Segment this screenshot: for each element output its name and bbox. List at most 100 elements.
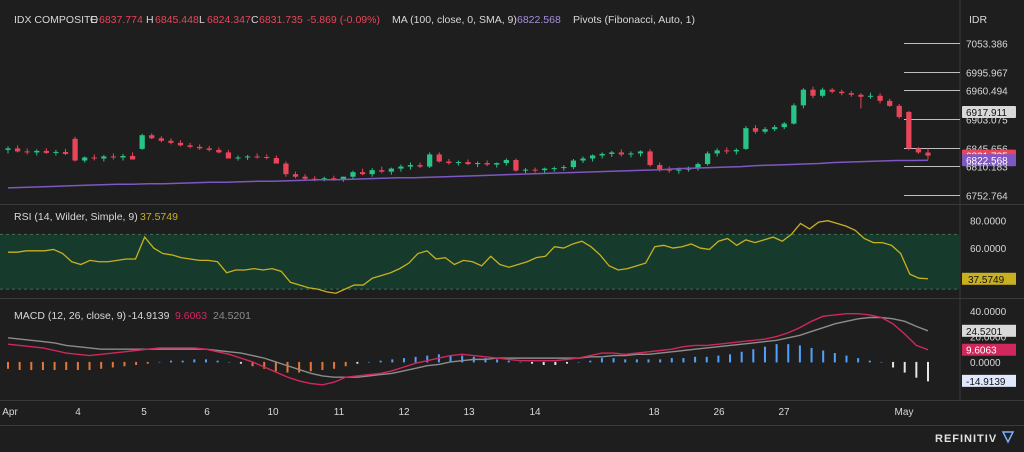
x-axis-tick: 26 [713,407,725,418]
candle-body [168,140,174,143]
x-axis-tick: 6 [204,407,210,418]
candle-body [858,94,864,97]
candle-body [283,163,289,175]
candle-body [101,156,107,159]
x-axis-tick: 4 [75,407,81,418]
rsi-value: 37.5749 [140,211,178,223]
candle-body [72,138,78,161]
candle-body [292,174,299,177]
candle-body [532,169,538,171]
candle-body [925,152,931,156]
candle-body [551,168,557,170]
x-axis-tick: 14 [529,407,541,418]
candle-body [589,155,596,159]
header-h-label: H [146,14,154,26]
candle-body [542,168,548,171]
price-axis-tick: 6903.075 [966,116,1008,127]
candle-body [273,157,279,164]
chart-svg: 7053.3866995.9676960.4946917.9116903.075… [0,0,1024,447]
candle-body [53,151,59,153]
header-h-value: 6845.448 [155,14,199,26]
candle-body [34,150,40,153]
macd-signal-badge-label: 9.6063 [966,346,997,357]
x-axis-tick: 10 [267,407,279,418]
candle-body [839,91,845,94]
x-axis-tick: Apr [2,407,18,418]
price-axis-tick: 6810.183 [966,162,1008,173]
candle-body [724,150,730,152]
candle-body [244,156,251,158]
candle-body [743,128,749,149]
candle-body [522,169,529,171]
candle-body [149,135,155,139]
header-ma-label: MA (100, close, 0, SMA, 9) [392,14,517,26]
price-axis-tick: 6752.764 [966,192,1008,203]
chart-root: 7053.386 6995.967 6960.494 6917.911 6903.075… [0,0,1024,447]
candle-body [436,154,442,162]
price-axis-tick: 6995.967 [966,69,1008,80]
candle-body [772,127,778,130]
candle-body [618,152,624,155]
currency-label: IDR [969,14,988,26]
header-l-label: L [199,14,205,26]
candle-body [177,142,184,146]
macd-axis-tick: 0.0000 [970,358,1001,369]
candle-body [455,162,462,164]
candle-body [91,157,97,159]
header-c-value: 6831.735 [259,14,303,26]
candle-body [848,93,854,95]
candle-body [867,95,874,97]
candle-body [695,164,701,168]
header-c-label: C [251,14,259,26]
macd-hist-value: 24.5201 [213,310,251,322]
candle-body [752,128,759,132]
candle-body [197,146,203,149]
x-axis-tick: 27 [778,407,790,418]
macd-value: -14.9139 [128,310,170,322]
candle-body [570,160,577,168]
candle-body [120,155,126,158]
candle-body [503,160,509,164]
candle-body [379,170,385,172]
candle-body [494,163,500,165]
x-axis-tick: 12 [398,407,410,418]
rsi-title: RSI (14, Wilder, Simple, 9) [14,211,138,223]
candle-body [896,105,902,118]
candle-body [906,111,912,149]
macd-title: MACD (12, 26, close, 9) [14,310,126,322]
candle-body [206,148,212,150]
candle-body [369,170,375,175]
candle-body [628,153,634,155]
candle-body [62,151,69,154]
candle-body [216,149,222,153]
x-axis-tick: 5 [141,407,147,418]
header-symbol: IDX COMPOSITE [14,14,97,26]
chart-background [0,0,1024,447]
candle-body [139,135,145,149]
candle-body [350,172,356,177]
candle-body [829,89,835,92]
candle-body [407,165,414,167]
candle-body [129,155,136,160]
candle-body [647,151,653,166]
candle-body [791,105,797,124]
candle-body [427,154,433,167]
candle-body [810,89,816,96]
header-change: -5.869 (-0.09%) [307,14,380,26]
candle-body [5,148,11,150]
candle-body [609,152,615,154]
header-o-value: 6837.774 [99,14,143,26]
candle-body [887,100,893,106]
macd-value-badge-label: -14.9139 [966,377,1006,388]
x-axis-tick: 11 [334,407,345,418]
header-ma-value: 6822.568 [517,14,561,26]
candle-body [762,129,768,132]
candle-body [302,176,308,179]
candle-body [359,172,366,175]
brand-logo-text: REFINITIV [935,433,997,445]
x-axis-tick: 13 [463,407,475,418]
candle-body [676,169,682,171]
candle-body [877,95,883,101]
x-axis-tick: 18 [648,407,660,418]
macd-signal-value: 9.6063 [175,310,207,322]
